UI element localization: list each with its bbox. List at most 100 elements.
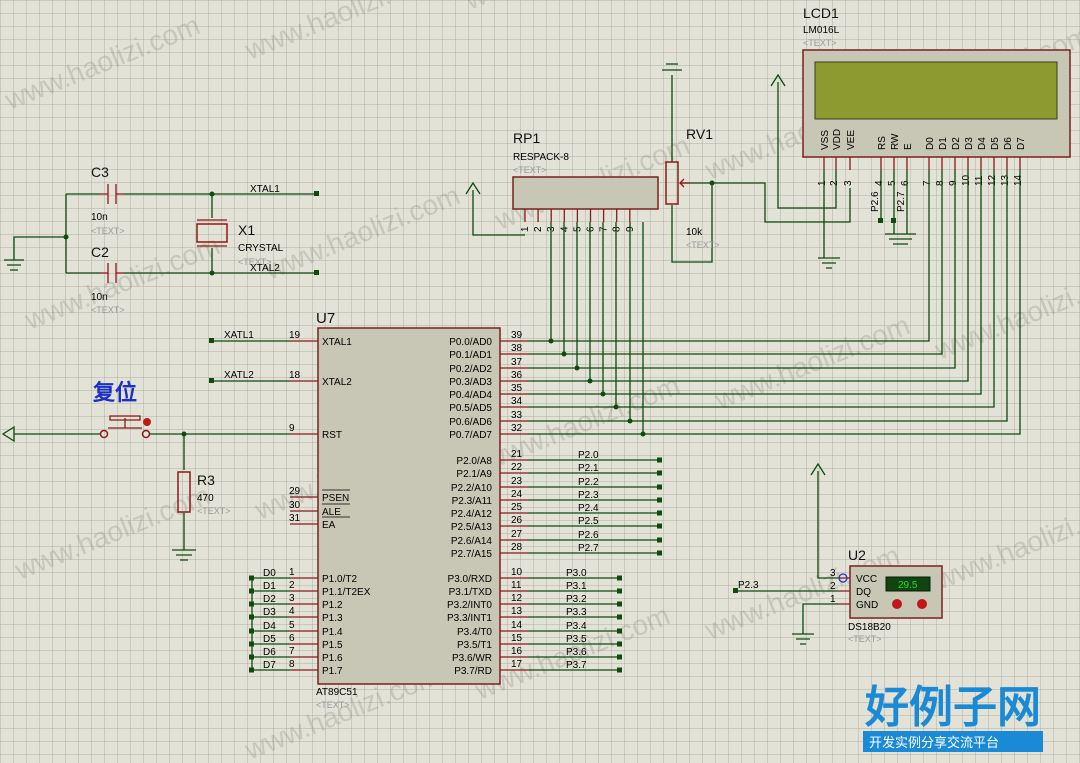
rp1-part: RESPACK-8: [513, 152, 569, 163]
c2-ref: C2: [91, 244, 109, 260]
lcd-pin-number: 14: [1013, 174, 1024, 186]
u7-pin-name: P2.0/A8: [456, 456, 492, 467]
u7-pin-name: RST: [322, 430, 342, 441]
u7-pin-name: P2.7/A15: [451, 549, 493, 560]
u7-pin-name: P0.4/AD4: [449, 390, 492, 401]
u7-pin-number: 9: [289, 423, 295, 434]
p1-nets: D0 D1 D2 D3 D4 D5 D6 D7: [249, 568, 290, 673]
rp1-pin-number: 1: [520, 226, 531, 232]
u7-pin-name: P1.5: [322, 640, 343, 651]
lcd-pin-number: 3: [843, 180, 854, 186]
u7-pin-name: P1.0/T2: [322, 574, 357, 585]
u7-pin-name: P3.3/INT1: [447, 613, 492, 624]
net-p26: P2.6: [870, 191, 881, 212]
net-label-p2: P2.2: [578, 477, 599, 488]
u7-pin-number: 24: [511, 489, 523, 500]
u7-pin-number: 31: [289, 513, 301, 524]
lcd-pin-number: 8: [935, 180, 946, 186]
u7-pin-name: P1.4: [322, 627, 343, 638]
lcd-pin-number: 7: [922, 180, 933, 186]
lcd-screen: [814, 61, 1058, 120]
u7-pin-name: P1.3: [322, 613, 343, 624]
net-label-p2: P2.6: [578, 530, 599, 541]
p0-data-bus: [528, 170, 1021, 437]
rv1-text-placeholder: <TEXT>: [686, 240, 720, 250]
u7-pin-name: P3.0/RXD: [448, 574, 492, 585]
u7-pin-number: 29: [289, 486, 301, 497]
u7-microcontroller[interactable]: U7 AT89C51 <TEXT> 19XTAL118XTAL29RST29PS…: [289, 310, 528, 710]
net-label-p1: D3: [263, 607, 276, 618]
p3-nets: P3.0 P3.1 P3.2 P3.3 P3.4 P3.5 P3.6 P3.7: [528, 568, 622, 673]
r3-ref: R3: [197, 472, 215, 488]
u7-pin-number: 1: [289, 567, 295, 578]
u7-pin-number: 27: [511, 529, 523, 540]
u7-pin-name: P1.2: [322, 600, 343, 611]
u7-pin-name: P2.5/A13: [451, 522, 493, 533]
u7-pin-name: PSEN: [322, 493, 349, 504]
u7-pin-number: 11: [511, 580, 522, 591]
lcd-pin-name: RS: [877, 136, 888, 150]
reset-button[interactable]: [99, 415, 152, 439]
net-label-p3: P3.6: [566, 647, 587, 658]
lcd1-ref: LCD1: [803, 5, 839, 21]
rp1-ref: RP1: [513, 130, 540, 146]
lcd-pin-name: RW: [890, 133, 901, 150]
u7-pin-name: EA: [322, 520, 336, 531]
u7-pin-name: P2.2/A10: [451, 483, 493, 494]
watermark-text: www.haolizi.com: [20, 229, 224, 336]
site-logo: 好例子网 开发实例分享交流平台: [863, 682, 1043, 752]
u7-pin-number: 39: [511, 330, 523, 341]
net-label-p3: P3.4: [566, 621, 587, 632]
lcd-pin-name: D6: [1003, 137, 1014, 150]
lcd-pin-name: D7: [1016, 137, 1027, 150]
c2-value: 10n: [91, 292, 108, 303]
u7-pin-name: P3.6/WR: [452, 653, 492, 664]
net-label-p2: P2.3: [578, 490, 599, 501]
lcd-pin-name: D4: [977, 137, 988, 150]
u7-part: AT89C51: [316, 687, 358, 698]
u7-pin-name: P0.0/AD0: [449, 337, 492, 348]
net-label-p1: D6: [263, 647, 276, 658]
logo-subtitle: 开发实例分享交流平台: [869, 735, 999, 750]
u7-pin-name: P0.2/AD2: [449, 364, 492, 375]
net-p27: P2.7: [896, 191, 907, 212]
net-p23-u2: P2.3: [738, 580, 759, 591]
rv1-ref: RV1: [686, 126, 713, 142]
net-xatl2: XATL2: [224, 370, 254, 381]
u2-pin-gnd: GND: [856, 600, 878, 611]
u7-pin-number: 33: [511, 410, 523, 421]
lcd-pin-name: D5: [990, 137, 1001, 150]
u7-pin-number: 26: [511, 515, 523, 526]
u2-text-placeholder: <TEXT>: [848, 634, 882, 644]
p2-nets: P2.0 P2.1 P2.2 P2.3 P2.4 P2.5 P2.6 P2.7: [528, 450, 662, 556]
lcd1-part: LM016L: [803, 25, 840, 36]
logo-title: 好例子网: [864, 682, 1041, 733]
u7-pin-number: 36: [511, 370, 523, 381]
net-label-p2: P2.4: [578, 503, 599, 514]
u7-pin-number: 3: [289, 593, 295, 604]
u7-pin-number: 8: [289, 659, 295, 670]
c2-text-placeholder: <TEXT>: [91, 305, 125, 315]
net-label-p3: P3.1: [566, 581, 587, 592]
lcd-pin-name: D2: [951, 137, 962, 150]
lcd-pin-name: E: [903, 143, 914, 150]
u7-pin-name: P3.5/T1: [457, 640, 492, 651]
lcd-pin-name: D0: [925, 137, 936, 150]
rp1-pin-number: 8: [612, 226, 623, 232]
u7-pin-name: P3.2/INT0: [447, 600, 492, 611]
lcd1-text-placeholder: <TEXT>: [803, 38, 837, 48]
u7-pin-number: 34: [511, 396, 523, 407]
rv1-value: 10k: [686, 227, 703, 238]
schematic-canvas: www.haolizi.com www.haolizi.comwww.haoliz…: [0, 0, 1080, 763]
lcd-pin-number: 13: [1000, 174, 1011, 186]
u7-pin-number: 10: [511, 567, 523, 578]
x1-value: CRYSTAL: [238, 243, 284, 254]
net-xtal1: XTAL1: [250, 184, 280, 195]
net-label-p3: P3.2: [566, 594, 587, 605]
rp1-pin-number: 3: [546, 226, 557, 232]
u7-pin-number: 6: [289, 633, 295, 644]
lcd-pin-name: VEE: [846, 130, 857, 150]
u7-pin-number: 21: [511, 449, 523, 460]
net-label-p3: P3.5: [566, 634, 587, 645]
net-label-p1: D5: [263, 634, 276, 645]
